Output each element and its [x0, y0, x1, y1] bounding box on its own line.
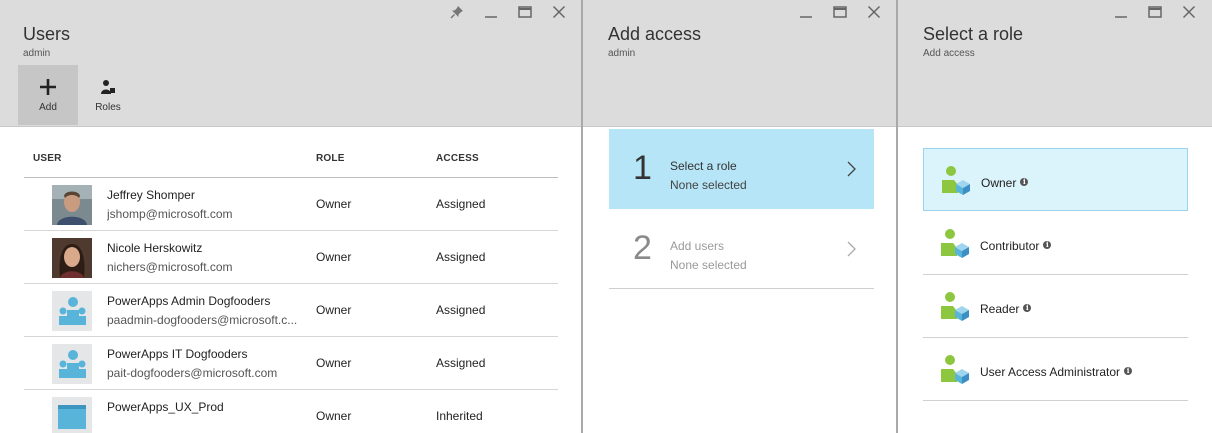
- user-name: PowerApps IT Dogfooders: [107, 347, 248, 361]
- user-name: PowerApps_UX_Prod: [107, 400, 224, 414]
- step-number: 1: [633, 149, 652, 187]
- window-controls: [1104, 2, 1206, 22]
- info-icon[interactable]: i: [1043, 241, 1052, 249]
- minimize-icon[interactable]: [789, 2, 823, 22]
- role-icon: [939, 291, 969, 326]
- chevron-right-icon: [847, 161, 856, 182]
- role-label: User Access Administrator i: [980, 365, 1133, 379]
- step-title: Add users: [670, 239, 725, 253]
- role-label: Reader i: [980, 302, 1032, 316]
- user-name: PowerApps Admin Dogfooders: [107, 294, 271, 308]
- column-header-role[interactable]: ROLE: [316, 153, 345, 164]
- info-icon[interactable]: i: [1124, 367, 1133, 375]
- user-access: Assigned: [436, 250, 486, 264]
- group-icon: [52, 344, 92, 384]
- select-role-blade-header: Select a role Add access: [898, 0, 1212, 127]
- step-title: Select a role: [670, 159, 737, 173]
- role-icon: [939, 354, 969, 389]
- roles-icon: [100, 78, 116, 96]
- step-select-role[interactable]: 1 Select a role None selected: [609, 129, 874, 209]
- blade-title: Users: [23, 24, 71, 44]
- maximize-icon[interactable]: [1138, 2, 1172, 22]
- table-row[interactable]: PowerApps_UX_Prod Owner Inherited: [24, 390, 558, 433]
- user-access: Assigned: [436, 303, 486, 317]
- add-button[interactable]: Add: [18, 65, 78, 125]
- add-access-blade: Add access admin 1 Select a role None se…: [583, 0, 897, 433]
- column-header-user[interactable]: USER: [33, 153, 62, 164]
- step-value: None selected: [670, 258, 747, 272]
- table-row[interactable]: Jeffrey Shomper jshomp@microsoft.com Own…: [24, 178, 558, 231]
- role-label: Owner i: [981, 176, 1029, 190]
- user-name: Nicole Herskowitz: [107, 241, 203, 255]
- blade-container: Users admin Add Roles USER ROLE ACCESS J…: [0, 0, 1212, 433]
- user-access: Assigned: [436, 197, 486, 211]
- blade-title: Add access: [608, 24, 702, 44]
- role-name: Reader: [980, 302, 1020, 316]
- user-role: Owner: [316, 409, 352, 423]
- role-name: User Access Administrator: [980, 365, 1121, 379]
- add-access-blade-header: Add access admin: [583, 0, 897, 127]
- users-table: USER ROLE ACCESS Jeffrey Shomper jshomp@…: [24, 140, 558, 433]
- roles-button-label: Roles: [95, 101, 121, 113]
- role-label: Contributor i: [980, 239, 1052, 253]
- table-row[interactable]: Nicole Herskowitz nichers@microsoft.com …: [24, 231, 558, 284]
- users-blade: Users admin Add Roles USER ROLE ACCESS J…: [0, 0, 582, 433]
- chevron-right-icon: [847, 241, 856, 262]
- role-option-contributor[interactable]: Contributor i: [923, 212, 1188, 275]
- blade-title: Select a role: [923, 24, 1024, 44]
- close-icon[interactable]: [542, 2, 576, 22]
- select-role-blade: Select a role Add access Owner i Contrib…: [898, 0, 1212, 433]
- users-blade-header: Users admin Add Roles: [0, 0, 582, 127]
- step-value: None selected: [670, 178, 747, 192]
- column-header-access[interactable]: ACCESS: [436, 153, 479, 164]
- window-controls: [440, 2, 576, 22]
- user-email: paadmin-dogfooders@microsoft.c...: [107, 313, 298, 327]
- info-icon[interactable]: i: [1020, 178, 1029, 186]
- add-button-label: Add: [39, 101, 57, 113]
- avatar: [52, 238, 92, 278]
- plus-icon: [39, 78, 57, 96]
- maximize-icon[interactable]: [823, 2, 857, 22]
- pin-icon[interactable]: [440, 2, 474, 22]
- user-role: Owner: [316, 356, 352, 370]
- user-role: Owner: [316, 197, 352, 211]
- table-header: USER ROLE ACCESS: [24, 140, 558, 178]
- user-access: Assigned: [436, 356, 486, 370]
- role-option-user-access-administrator[interactable]: User Access Administrator i: [923, 338, 1188, 401]
- blade-subtitle: admin: [23, 48, 51, 59]
- group-icon: [52, 291, 92, 331]
- user-name: Jeffrey Shomper: [107, 188, 195, 202]
- user-email: pait-dogfooders@microsoft.com: [107, 366, 278, 380]
- role-option-reader[interactable]: Reader i: [923, 275, 1188, 338]
- role-name: Contributor: [980, 239, 1040, 253]
- role-icon: [939, 228, 969, 263]
- user-email: nichers@microsoft.com: [107, 260, 233, 274]
- blade-subtitle: Add access: [923, 48, 975, 59]
- user-access: Inherited: [436, 409, 483, 423]
- minimize-icon[interactable]: [474, 2, 508, 22]
- close-icon[interactable]: [857, 2, 891, 22]
- role-name: Owner: [981, 176, 1017, 190]
- window-controls: [789, 2, 891, 22]
- user-role: Owner: [316, 250, 352, 264]
- role-icon: [940, 165, 970, 200]
- step-number: 2: [633, 229, 652, 267]
- user-email: jshomp@microsoft.com: [107, 207, 233, 221]
- close-icon[interactable]: [1172, 2, 1206, 22]
- roles-button[interactable]: Roles: [78, 65, 138, 125]
- role-option-owner[interactable]: Owner i: [923, 148, 1188, 211]
- blade-subtitle: admin: [608, 48, 636, 59]
- maximize-icon[interactable]: [508, 2, 542, 22]
- table-row[interactable]: PowerApps IT Dogfooders pait-dogfooders@…: [24, 337, 558, 390]
- user-role: Owner: [316, 303, 352, 317]
- step-add-users[interactable]: 2 Add users None selected: [609, 209, 874, 289]
- app-icon: [52, 397, 92, 433]
- minimize-icon[interactable]: [1104, 2, 1138, 22]
- table-row[interactable]: PowerApps Admin Dogfooders paadmin-dogfo…: [24, 284, 558, 337]
- avatar: [52, 185, 92, 225]
- info-icon[interactable]: i: [1023, 304, 1032, 312]
